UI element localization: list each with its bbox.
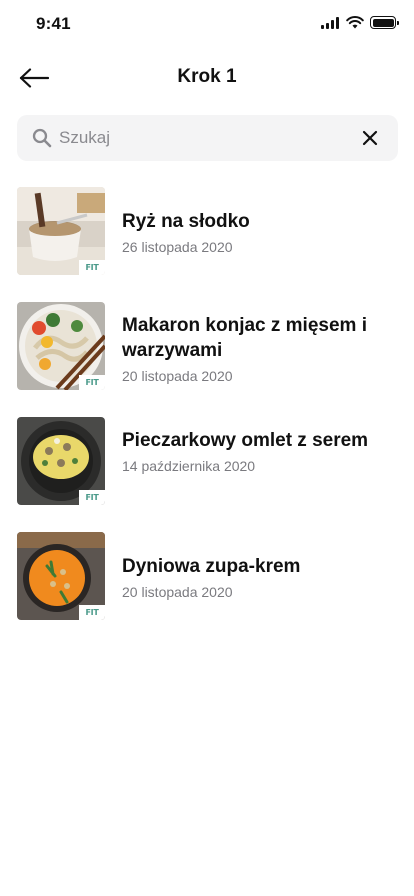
recipe-title: Ryż na słodko — [122, 211, 250, 232]
page-title: Krok 1 — [177, 66, 237, 87]
recipe-thumbnail: FIT — [17, 532, 105, 620]
recipe-date: 26 listopada 2020 — [122, 239, 233, 255]
fit-badge: FIT — [79, 490, 105, 505]
list-item-recipe[interactable]: FIT Makaron konjac z mięsem i warzywami … — [0, 302, 414, 392]
recipe-date: 20 listopada 2020 — [122, 584, 233, 600]
recipe-date: 14 października 2020 — [122, 458, 256, 474]
close-icon[interactable] — [360, 128, 380, 148]
battery-icon — [370, 16, 399, 29]
recipe-date: 20 listopada 2020 — [122, 368, 233, 384]
list-item-recipe[interactable]: FIT Dyniowa zupa-krem 20 listopada 2020 — [0, 532, 414, 622]
recipe-title: Makaron konjac z mięsem i warzywami — [122, 315, 367, 361]
fit-badge: FIT — [79, 605, 105, 620]
recipe-title: Dyniowa zupa-krem — [122, 556, 301, 577]
recipe-title: Pieczarkowy omlet z serem — [122, 430, 369, 451]
list-item-recipe[interactable]: FIT Pieczarkowy omlet z serem 14 paździe… — [0, 417, 414, 507]
recipe-text: Pieczarkowy omlet z serem 14 październik… — [122, 428, 382, 475]
search-input[interactable] — [59, 115, 349, 161]
list-item-recipe[interactable]: FIT Ryż na słodko 26 listopada 2020 — [0, 187, 414, 277]
status-icons — [321, 16, 399, 29]
recipe-thumbnail: FIT — [17, 187, 105, 275]
recipe-thumbnail: FIT — [17, 417, 105, 505]
search-icon — [32, 128, 52, 148]
status-time: 9:41 — [36, 14, 71, 33]
fit-badge: FIT — [79, 260, 105, 275]
recipe-text: Ryż na słodko 26 listopada 2020 — [122, 209, 382, 256]
fit-badge: FIT — [79, 375, 105, 390]
recipe-text: Dyniowa zupa-krem 20 listopada 2020 — [122, 554, 382, 601]
wifi-icon — [346, 16, 364, 29]
search-bar — [17, 115, 398, 161]
status-bar: 9:41 — [0, 0, 414, 48]
signal-icon — [321, 16, 340, 29]
recipe-thumbnail: FIT — [17, 302, 105, 390]
recipe-text: Makaron konjac z mięsem i warzywami 20 l… — [122, 313, 382, 385]
header: Krok 1 — [0, 56, 414, 100]
